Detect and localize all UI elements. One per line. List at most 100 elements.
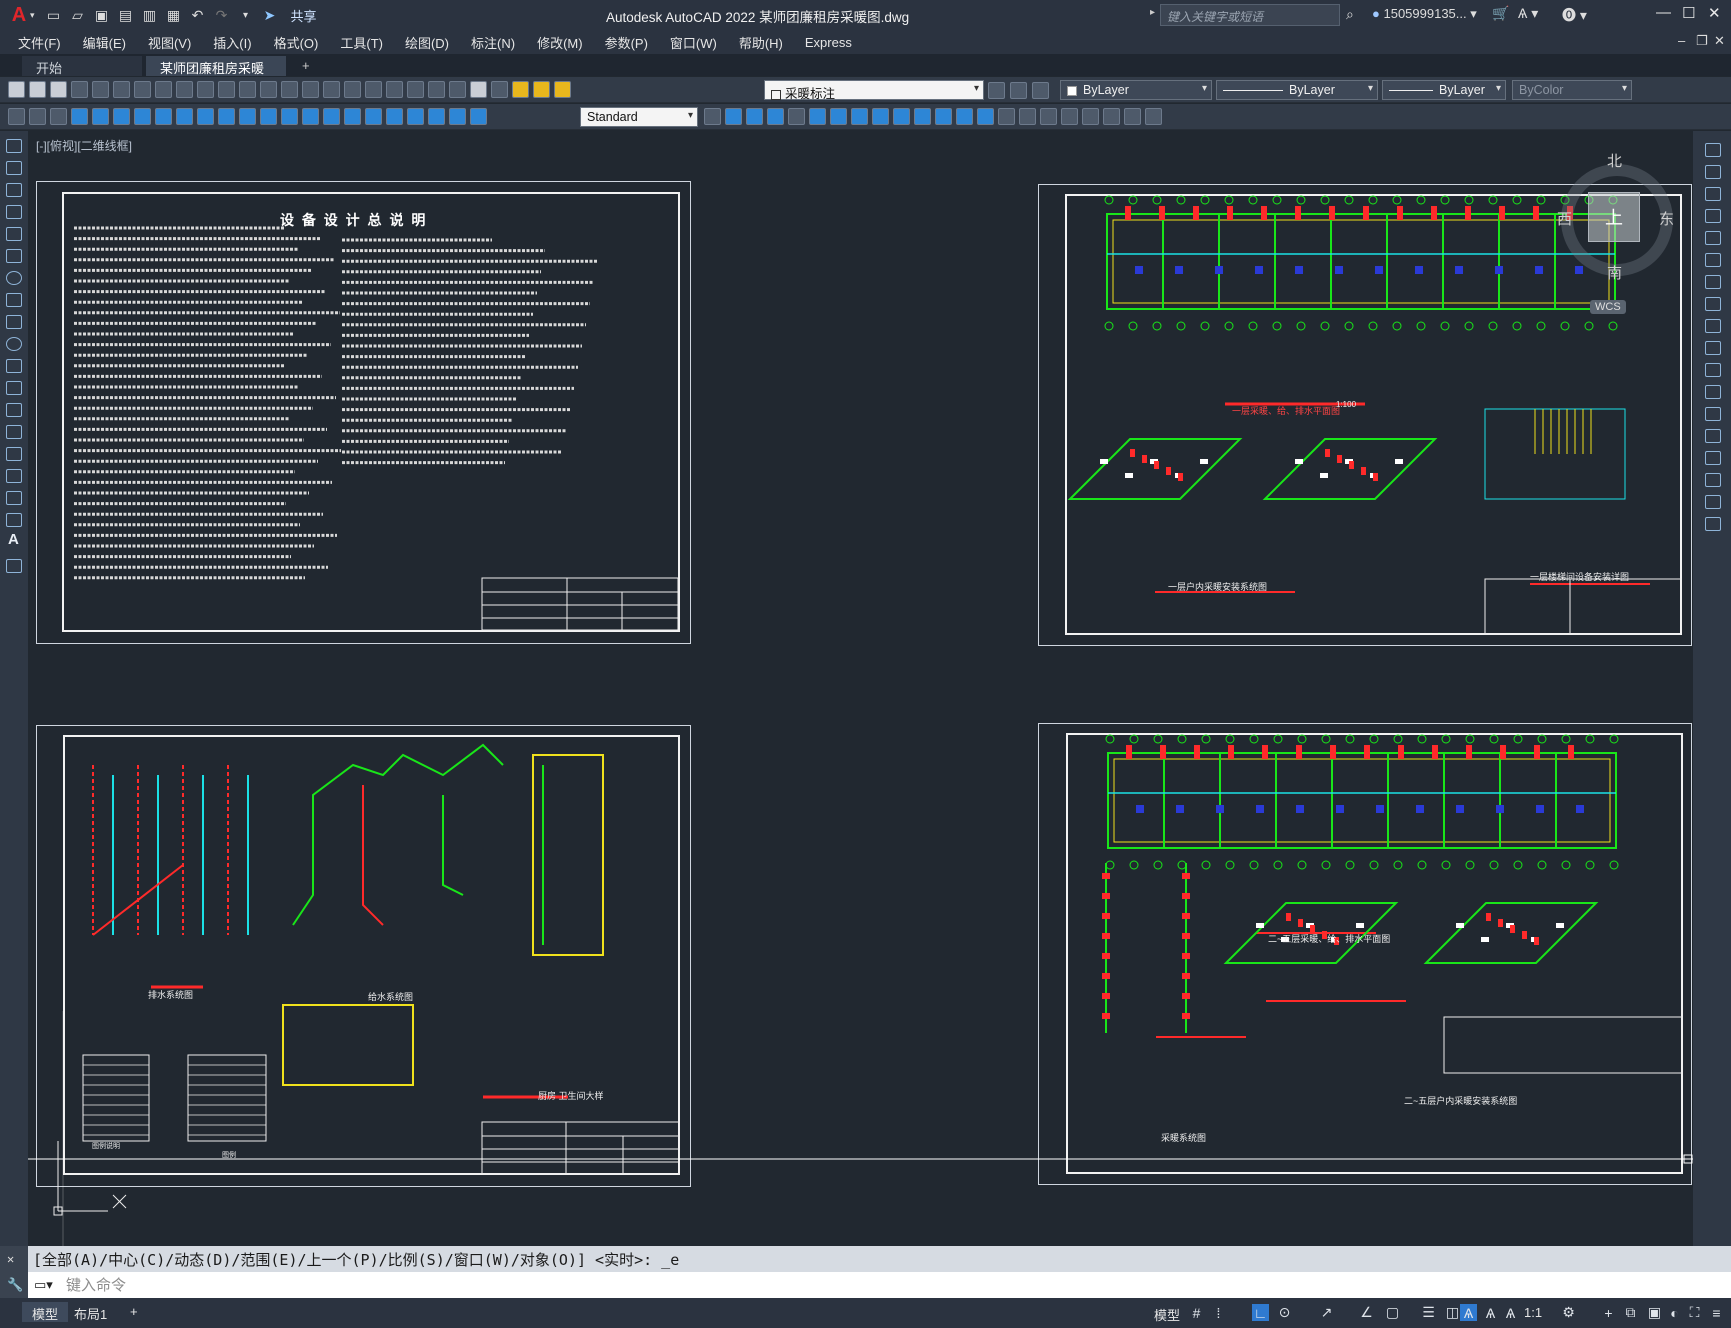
viewcube-top-face[interactable]: 上 bbox=[1588, 192, 1640, 242]
erase-icon[interactable] bbox=[1705, 143, 1721, 157]
save-icon[interactable] bbox=[50, 81, 67, 98]
wcs-menu[interactable]: WCS bbox=[1590, 300, 1626, 314]
mirror-icon[interactable] bbox=[1705, 187, 1721, 201]
snap-icon[interactable]: ⁞ bbox=[1210, 1304, 1227, 1321]
annotation-scale[interactable]: 1:1 bbox=[1524, 1305, 1542, 1320]
zoom-window-icon[interactable] bbox=[302, 81, 319, 98]
add-layout-button[interactable]: + bbox=[120, 1302, 148, 1322]
rotate-icon[interactable] bbox=[1705, 275, 1721, 289]
refedit-icon[interactable] bbox=[50, 108, 67, 125]
hatch-icon[interactable] bbox=[6, 447, 22, 461]
spline-icon[interactable] bbox=[6, 315, 22, 329]
rectangle-icon[interactable] bbox=[6, 227, 22, 241]
region-icon[interactable] bbox=[6, 491, 22, 505]
keyword-search-input[interactable]: 键入关键字或短语 bbox=[1160, 4, 1340, 26]
close-command-line-icon[interactable]: ✕ bbox=[7, 1252, 14, 1266]
make-current-layer-icon[interactable] bbox=[988, 82, 1005, 99]
group-icon[interactable] bbox=[1124, 108, 1141, 125]
tab-layout1[interactable]: 布局1 bbox=[64, 1302, 117, 1322]
move-icon[interactable] bbox=[893, 108, 910, 125]
model-space-toggle[interactable]: 模型 bbox=[1154, 1305, 1180, 1324]
layer-previous-icon[interactable] bbox=[1010, 82, 1027, 99]
mtext-icon[interactable]: A bbox=[8, 531, 24, 548]
explode-icon[interactable] bbox=[1103, 108, 1120, 125]
diameter-dim-icon[interactable] bbox=[197, 108, 214, 125]
ellipse-arc-icon[interactable] bbox=[6, 359, 22, 373]
maximize-icon[interactable]: ☐ bbox=[1682, 4, 1695, 22]
tab-drawing[interactable]: 某师团廉租房采暖图*✕ bbox=[146, 56, 286, 95]
radius-dim-icon[interactable] bbox=[155, 108, 172, 125]
break-icon[interactable] bbox=[1705, 407, 1721, 421]
doc-close-icon[interactable]: ✕ bbox=[1714, 33, 1725, 49]
explode-icon[interactable] bbox=[1705, 517, 1721, 531]
command-line-gutter[interactable]: 🔧 bbox=[0, 1272, 28, 1298]
sheet-set-icon[interactable] bbox=[407, 81, 424, 98]
join-icon[interactable] bbox=[1040, 108, 1057, 125]
stretch-icon[interactable] bbox=[956, 108, 973, 125]
copy-icon[interactable] bbox=[155, 81, 172, 98]
array-icon[interactable] bbox=[872, 108, 889, 125]
trim-icon[interactable] bbox=[1705, 341, 1721, 355]
viewcube-south[interactable]: 南 bbox=[1607, 262, 1622, 283]
quick-dim-icon[interactable] bbox=[239, 108, 256, 125]
command-line-gutter[interactable]: ✕ bbox=[0, 1246, 28, 1272]
viewcube-east[interactable]: 东 bbox=[1659, 208, 1674, 229]
transparency-icon[interactable]: ◫ bbox=[1444, 1304, 1461, 1321]
draworder-back-icon[interactable] bbox=[746, 108, 763, 125]
dim-style-icon[interactable] bbox=[704, 108, 721, 125]
dim-update-icon[interactable] bbox=[470, 108, 487, 125]
line-icon[interactable] bbox=[6, 139, 22, 153]
center-mark-icon[interactable] bbox=[365, 108, 382, 125]
a360-icon[interactable]: Ѧ ▾ bbox=[1518, 5, 1538, 22]
layer-dropdown[interactable]: 采暖标注 ▾ bbox=[764, 80, 984, 101]
array-icon[interactable] bbox=[1705, 231, 1721, 245]
move-icon[interactable] bbox=[1705, 253, 1721, 267]
help-icon[interactable]: ⓿ ▾ bbox=[1562, 5, 1587, 25]
dim-text-edit-icon[interactable] bbox=[449, 108, 466, 125]
grid-icon[interactable]: # bbox=[1188, 1304, 1205, 1321]
tolerance-icon[interactable] bbox=[344, 108, 361, 125]
scale-icon[interactable] bbox=[935, 108, 952, 125]
user-account[interactable]: ● 1505999135... ▾ bbox=[1372, 6, 1477, 22]
circle-icon[interactable] bbox=[6, 271, 22, 285]
copy-icon[interactable] bbox=[1705, 165, 1721, 179]
text-style-dropdown[interactable]: Standard ▾ bbox=[580, 107, 698, 127]
linear-dim-icon[interactable] bbox=[71, 108, 88, 125]
search-expand-icon[interactable]: ▸ bbox=[1150, 7, 1155, 18]
menu-modify[interactable]: 修改(M) bbox=[537, 33, 583, 52]
plot-icon[interactable]: ▥ bbox=[141, 6, 159, 24]
undo-icon[interactable]: ↶ bbox=[189, 6, 207, 24]
doc-minimize-icon[interactable]: – bbox=[1678, 33, 1685, 48]
markup-icon[interactable] bbox=[428, 81, 445, 98]
linetype-dropdown[interactable]: ByLayer ▾ bbox=[1216, 80, 1378, 100]
share-label[interactable]: 共享 bbox=[291, 6, 317, 25]
save-icon[interactable]: ▣ bbox=[93, 6, 111, 24]
menu-express[interactable]: Express bbox=[805, 35, 852, 50]
offset-icon[interactable] bbox=[1705, 209, 1721, 223]
viewcube[interactable]: 北 西 东 南 上 bbox=[1555, 150, 1675, 300]
make-block-icon[interactable] bbox=[6, 403, 22, 417]
calculator-icon[interactable] bbox=[449, 81, 466, 98]
match-icon[interactable] bbox=[8, 108, 25, 125]
menu-format[interactable]: 格式(O) bbox=[274, 33, 319, 52]
preview-icon[interactable] bbox=[92, 81, 109, 98]
block-icon[interactable] bbox=[29, 108, 46, 125]
trim-icon[interactable] bbox=[977, 108, 994, 125]
insert-block-icon[interactable] bbox=[6, 381, 22, 395]
break-icon[interactable] bbox=[1019, 108, 1036, 125]
close-icon[interactable]: ✕ bbox=[1708, 4, 1721, 22]
paste-icon[interactable] bbox=[176, 81, 193, 98]
cut-icon[interactable] bbox=[134, 81, 151, 98]
blend-icon[interactable] bbox=[1705, 495, 1721, 509]
angular-dim-icon[interactable] bbox=[218, 108, 235, 125]
scale-icon[interactable] bbox=[1705, 297, 1721, 311]
menu-tools[interactable]: 工具(T) bbox=[340, 33, 383, 52]
menu-help[interactable]: 帮助(H) bbox=[739, 33, 783, 52]
customize-qat-icon[interactable]: ▾ bbox=[237, 6, 255, 24]
aligned-dim-icon[interactable] bbox=[92, 108, 109, 125]
publish-icon[interactable] bbox=[113, 81, 130, 98]
command-input[interactable] bbox=[66, 1275, 1666, 1295]
draworder-above-icon[interactable] bbox=[767, 108, 784, 125]
draworder-front-icon[interactable] bbox=[725, 108, 742, 125]
fillet-icon[interactable] bbox=[1082, 108, 1099, 125]
